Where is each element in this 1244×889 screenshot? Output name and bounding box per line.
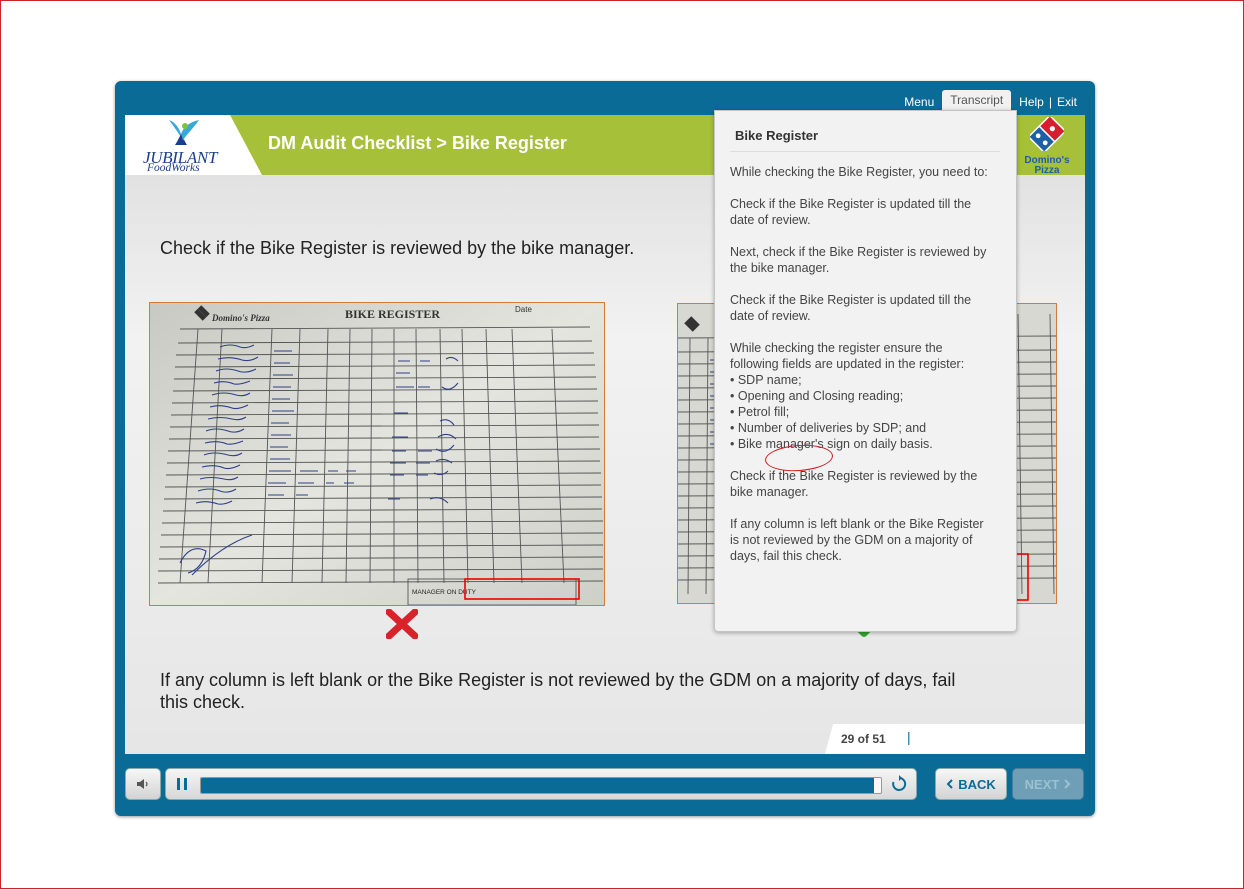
- photo-footer-label: MANAGER ON DUTY: [412, 589, 477, 596]
- transcript-body: While checking the Bike Register, you ne…: [730, 164, 990, 580]
- chevron-right-icon: [1064, 779, 1071, 789]
- replay-icon: [892, 775, 907, 791]
- brand-line2: Pizza: [1034, 165, 1060, 176]
- transcript-bullet: • Number of deliveries by SDP; and: [730, 421, 927, 435]
- transcript-bullet: • Opening and Closing reading;: [730, 389, 904, 403]
- transcript-paragraph: Next, check if the Bike Register is revi…: [730, 245, 987, 275]
- progress-fill: [201, 778, 875, 793]
- player-controls: BACK NEXT: [115, 765, 1095, 805]
- help-link[interactable]: Help: [1015, 92, 1048, 112]
- speaker-icon: [137, 779, 148, 789]
- transcript-bullet: • Bike manager's sign on daily basis.: [730, 437, 933, 451]
- transcript-bullet: • SDP name;: [730, 373, 802, 387]
- photo-brand: Domino's Pizza: [211, 313, 270, 323]
- jubilant-logo: JUBILANT FoodWorks: [139, 118, 229, 174]
- photo-date-label: Date: [515, 305, 532, 314]
- progress-bar[interactable]: [200, 777, 882, 794]
- slide-title: DM Audit Checklist > Bike Register: [268, 133, 567, 153]
- page-counter: 29 of 51: [841, 732, 886, 746]
- back-button[interactable]: BACK: [935, 768, 1007, 800]
- jubilant-bird-icon: [169, 120, 199, 145]
- menu-link[interactable]: Menu: [900, 92, 938, 112]
- replay-button[interactable]: [890, 775, 908, 798]
- cross-icon: [386, 609, 418, 639]
- audio-button[interactable]: [125, 768, 161, 800]
- transcript-paragraph: Check if the Bike Register is reviewed b…: [730, 469, 978, 499]
- fail-condition-text: If any column is left blank or the Bike …: [160, 670, 956, 712]
- register-photo-unsigned: Domino's Pizza BIKE REGISTER Date MANAGE…: [149, 302, 605, 606]
- transcript-paragraph: If any column is left blank or the Bike …: [730, 517, 984, 563]
- page-counter-separator: |: [907, 729, 911, 745]
- transcript-paragraph: Check if the Bike Register is updated ti…: [730, 293, 972, 323]
- pause-icon: [177, 778, 187, 790]
- transcript-title: Bike Register: [735, 128, 819, 143]
- transcript-paragraph: While checking the register ensure the f…: [730, 341, 965, 371]
- transcript-paragraph: Check if the Bike Register is updated ti…: [730, 197, 972, 227]
- transcript-panel[interactable]: Bike Register While checking the Bike Re…: [714, 110, 1017, 632]
- dominos-tile-icon: [1027, 115, 1067, 154]
- instruction-text: Check if the Bike Register is reviewed b…: [160, 238, 635, 258]
- transcript-bullet: • Petrol fill;: [730, 405, 790, 419]
- chevron-left-icon: [946, 779, 953, 789]
- seekbar-container: [165, 768, 917, 800]
- pause-button[interactable]: [172, 775, 192, 793]
- transcript-divider: [730, 151, 1000, 152]
- next-label: NEXT: [1024, 776, 1060, 792]
- exit-link[interactable]: Exit: [1053, 92, 1081, 112]
- back-label: BACK: [958, 776, 996, 792]
- logo-line2: FoodWorks: [147, 162, 200, 174]
- dominos-logo: Domino's Pizza: [1019, 115, 1075, 176]
- transcript-paragraph: While checking the Bike Register, you ne…: [730, 165, 988, 179]
- next-button[interactable]: NEXT: [1012, 768, 1084, 800]
- photo-heading: BIKE REGISTER: [345, 307, 440, 321]
